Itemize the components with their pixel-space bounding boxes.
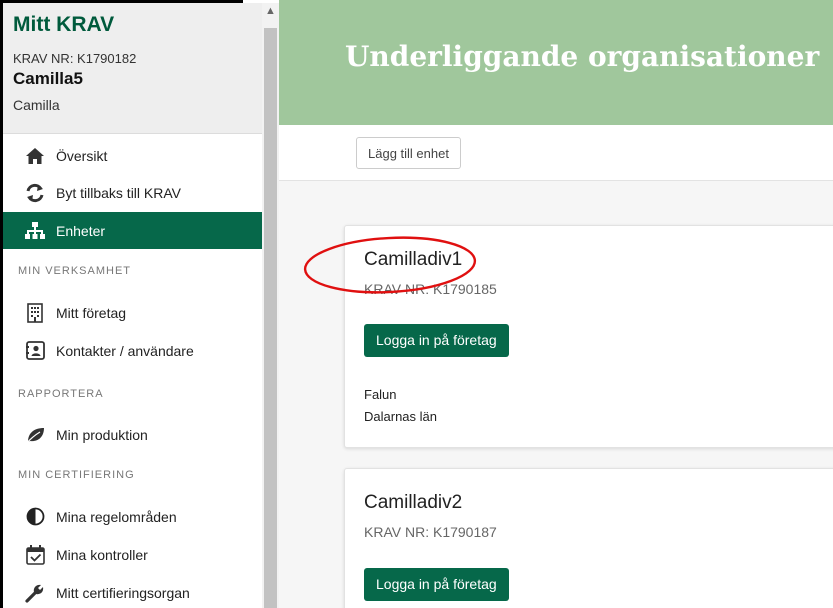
sidebar-item-label: Mitt certifieringsorgan [56,584,190,601]
half-circle-icon [24,506,46,528]
unit-city: Falun [364,387,397,402]
calendar-check-icon [24,544,46,566]
section-min-certifiering: MIN CERTIFIERING [18,469,135,481]
scroll-up-arrow-icon[interactable]: ▲ [262,3,279,19]
sidebar-item-label: Mina kontroller [56,546,148,563]
unit-card: Camilladiv2 KRAV NR: K1790187 Logga in p… [344,468,833,608]
unit-name: Camilladiv2 [364,492,463,513]
wrench-icon [24,582,46,604]
krav-number: KRAV NR: K1790182 [13,51,137,66]
building-icon [24,302,46,324]
section-rapportera: RAPPORTERA [18,388,104,400]
main-content: Underliggande organisationer Lägg till e… [279,0,833,608]
frame-top-border [0,0,243,3]
login-company-button[interactable]: Logga in på företag [364,324,509,357]
unit-name: Camilladiv1 [364,249,463,270]
sidebar-item-mina-kontroller[interactable]: Mina kontroller [3,536,262,573]
sidebar-item-kontakter[interactable]: Kontakter / användare [3,332,262,369]
sidebar-item-label: Mitt företag [56,304,127,321]
leaf-icon [24,424,46,446]
sitemap-icon [24,220,46,242]
sidebar-item-label: Byt tillbaks till KRAV [56,184,181,201]
sidebar-item-mitt-foretag[interactable]: Mitt företag [3,294,262,331]
unit-card: Camilladiv1 KRAV NR: K1790185 Logga in p… [344,225,833,448]
sidebar-item-min-produktion[interactable]: Min produktion [3,416,262,453]
sidebar-header: Mitt KRAV KRAV NR: K1790182 Camilla5 Cam… [3,3,262,134]
sidebar-item-oversikt[interactable]: Översikt [3,137,262,174]
home-icon [24,145,46,167]
account-name: Camilla5 [13,69,83,88]
unit-krav-number: KRAV NR: K1790185 [364,281,497,297]
login-company-button[interactable]: Logga in på företag [364,568,509,601]
add-unit-button[interactable]: Lägg till enhet [356,137,461,169]
sidebar-item-byt-tillbaks[interactable]: Byt tillbaks till KRAV [3,174,262,211]
sidebar-scrollbar-thumb[interactable] [264,28,277,608]
refresh-icon [24,182,46,204]
page-banner: Underliggande organisationer [279,0,833,125]
brand-title: Mitt KRAV [13,13,115,36]
unit-krav-number: KRAV NR: K1790187 [364,524,497,540]
sidebar: Mitt KRAV KRAV NR: K1790182 Camilla5 Cam… [3,3,262,608]
page-title: Underliggande organisationer [345,40,820,73]
sidebar-item-mina-regelomraden[interactable]: Mina regelområden [3,498,262,535]
sidebar-item-label: Min produktion [56,426,148,443]
sidebar-item-enheter[interactable]: Enheter [3,212,262,249]
sidebar-item-label: Kontakter / användare [56,342,194,359]
contact-card-icon [24,340,46,362]
user-name: Camilla [13,97,60,113]
sidebar-item-mitt-certifieringsorgan[interactable]: Mitt certifieringsorgan [3,574,262,608]
sidebar-item-label: Översikt [56,147,108,164]
toolbar: Lägg till enhet [279,125,833,181]
frame-left-border [0,0,3,608]
sidebar-item-label: Mina regelområden [56,508,177,525]
unit-county: Dalarnas län [364,409,437,424]
app-window: Mitt KRAV KRAV NR: K1790182 Camilla5 Cam… [0,0,833,608]
sidebar-item-label: Enheter [56,222,106,239]
section-min-verksamhet: MIN VERKSAMHET [18,265,132,277]
